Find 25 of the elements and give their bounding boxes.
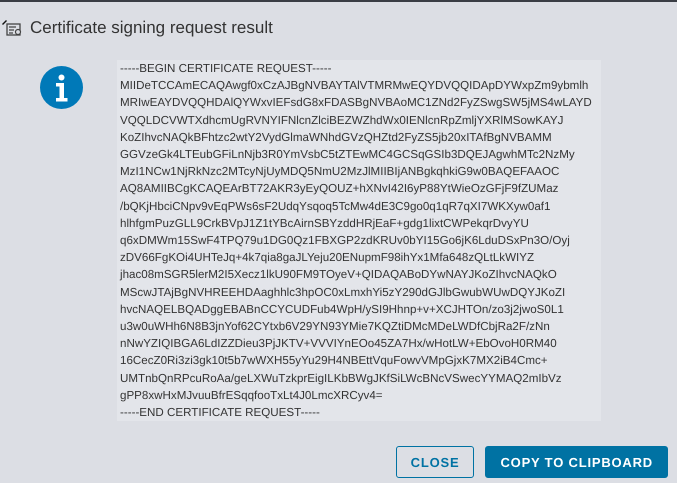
certificate-line: UMTnbQnRPcuRoAa/geLXWuTzkprEigILKbBWgJKfSiLWcBNcVSwecYYMAQ2mIbVz (120, 370, 563, 387)
certificate-line: gPP8xwHxMJvuuBfrESqqfooTxLt4J0LmcXRCyv4= (120, 388, 384, 404)
certificate-line: VQQLDCVWTXdhcmUgRVNYIFNlcnZlciBEZWZhdWx0IENlcnRpZmljYXRlMSowKAYJ (120, 112, 564, 129)
certificate-line: 16CecZ0Ri3zi3gk10t5b7wWXH55yYu29H4NBEttVquFowvVMpGjxK7MX2iB4Cmc+ (120, 353, 549, 370)
certificate-line: MzI1NCw1NjRkNzc2MTcyNjUyMDQ5NmU2MzJlMIIBIjANBgkqhkiG9w0BAQEFAAOC (120, 164, 560, 180)
certificate-line: hvcNAQELBQADggEBABnCCYCUDFub4WpH/ySI9Hhnp+v+XCJHTOn/zo3j2jwoS0L1 (120, 302, 565, 318)
certificate-line: q6xDMWm15SwF4TPQ79u1DG0Qz1FBXGP2zdKRUv0bYI15Go6jK6LduDSxPn3O/Oyj (120, 233, 571, 250)
certificate-line: nNwYZIQIBGA6LdIZZDieu3PjJKTV+VVVIYnEOo45ZA7Hx/wHotLW+EbOvoH0RM40 (120, 336, 558, 352)
dialog-title: Certificate signing request result (30, 18, 273, 38)
certificate-line: MScwJTAjBgNVHREEHDAaghhlc3hpOC0xLmxhYi5zY290dGJlbGwubWUwDQYJKoZI (120, 284, 566, 301)
certificate-line: MIIDeTCCAmECAQAwgf0xCzAJBgNVBAYTAlVTMRMwEQYDVQQIDApDYWxpZm9ybmlh (120, 78, 590, 94)
copy-button[interactable]: COPY TO CLIPBOARD (485, 446, 668, 478)
certificate-line: MRIwEAYDVQQHDAlQYWxvIEFsdG8xFDASBgNVBAoMC1ZNd2FyZSwgSW5jMS4wLAYD (120, 95, 593, 112)
certificate-line: u3w0uWHh6N8B3jnYof62CYtxb6V29YN93YMie7KQZtiDMcMDeLWDfCbjRa2F/zNn (120, 319, 551, 336)
close-button[interactable]: CLOSE (396, 446, 474, 478)
certificate-line: jhac08mSGR5lerM2I5Xecz1lkU90FM9TOyeV+QIDAQABoDYwNAYJKoZIhvcNAQkO (120, 267, 558, 284)
certificate-line: zDV66FgKOi4UHTeJq+4k7qia8gaJLYeju20ENupmF98ihYx1Mfa648zQLtLkWIYZ (120, 250, 536, 266)
certificate-line: hlhfgmPuzGLL9CrkBVpJ1Z1tYBcAirnSBYzddHRjEaF+gdg1lixtCWPekqrDvyYU (120, 216, 530, 232)
certificate-line: /bQKjHbciCNpv9vEqPWs6sF2UdqYsqoq5TcMw4dE3C9go0q1qR7qXI7WKXyw0af1 (120, 198, 552, 215)
info-icon (40, 66, 83, 109)
certificate-line: KoZIhvcNAQkBFhtzc2wtY2VydGlmaWNhdGVzQHZtd2FyZS5jb20xITAfBgNVBAMM (120, 130, 553, 146)
certificate-line: GGVzeGk4LTEubGFiLnNjb3R0YmVsbC5tZTEwMC4GCSqGSIb3DQEJAgwhMTc2NzMy (120, 147, 576, 164)
certificate-line: -----BEGIN CERTIFICATE REQUEST----- (120, 61, 332, 77)
certificate-line: AQ8AMIIBCgKCAQEArBT72AKR3yEyQOUZ+hXNvI42I6yP88YtWieOzGFjF9fZUMaz (120, 181, 560, 198)
certificate-line: -----END CERTIFICATE REQUEST----- (120, 405, 321, 422)
